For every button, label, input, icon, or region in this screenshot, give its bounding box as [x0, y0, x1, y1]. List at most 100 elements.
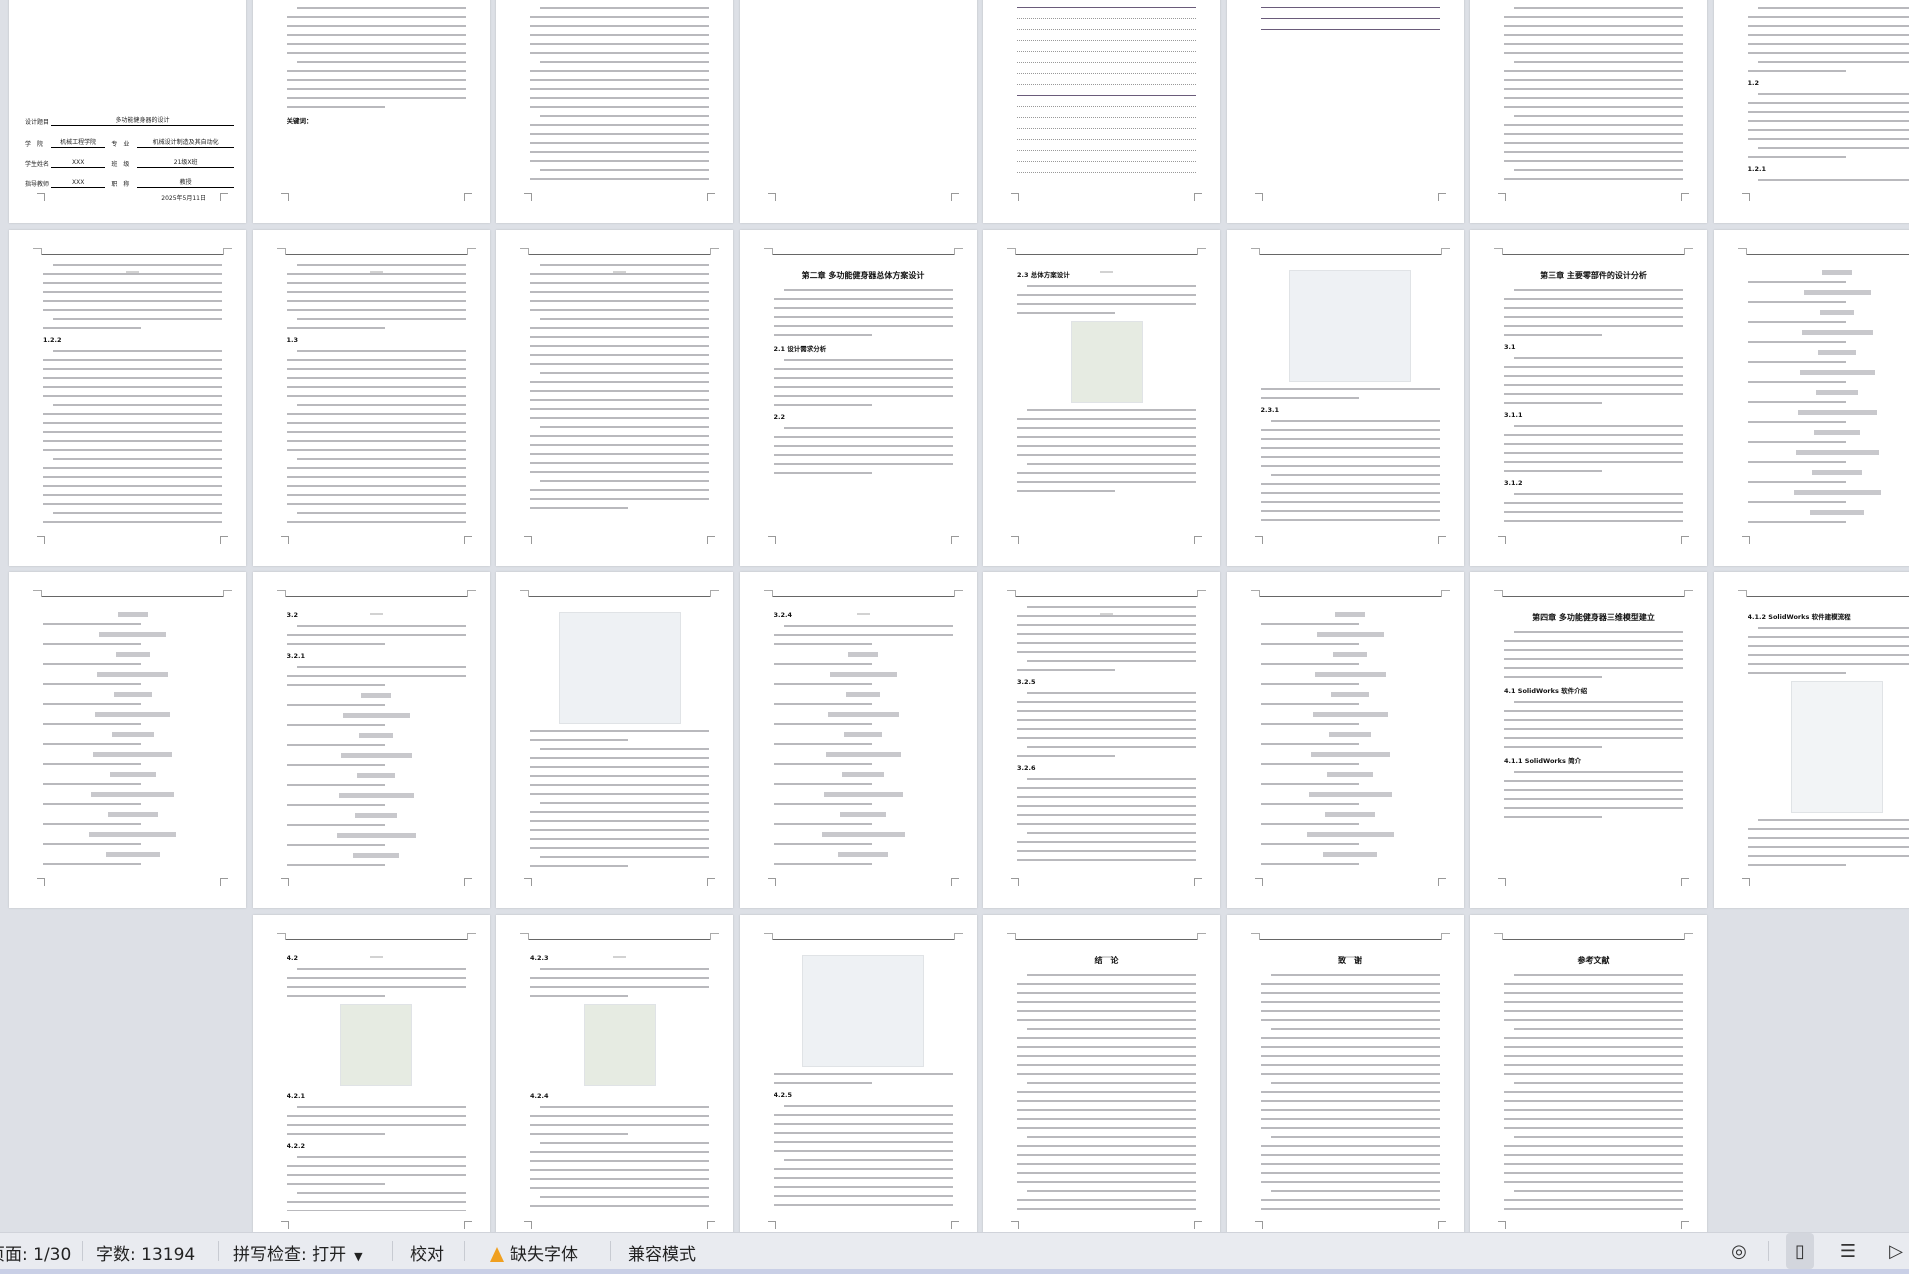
text-line	[1027, 778, 1196, 780]
text-line	[1504, 649, 1683, 651]
spellcheck-toggle[interactable]: 拼写检查: 打开▼	[233, 1240, 363, 1265]
text-line	[540, 968, 709, 970]
document-page[interactable]: 结 论	[983, 915, 1220, 1232]
text-line	[297, 1192, 466, 1194]
document-workspace[interactable]: 设计题目多功能健身器的设计学 院机械工程学院专 业机械设计制造及其自动化学生姓名…	[0, 0, 1909, 1232]
toc-entry[interactable]	[1261, 5, 1440, 8]
document-page[interactable]: 1.21.2.1	[1714, 0, 1909, 223]
document-page[interactable]: 4.2.34.2.4	[496, 915, 733, 1232]
document-page[interactable]: 关键词：	[253, 0, 490, 223]
document-page[interactable]: 4.2.5	[740, 915, 977, 1232]
text-line	[774, 1186, 953, 1188]
document-page[interactable]: 第二章 多功能健身器总体方案设计2.1 设计需求分析2.2	[740, 230, 977, 566]
document-page[interactable]: 1.3	[253, 230, 490, 566]
play-icon[interactable]: ▷	[1882, 1237, 1909, 1265]
document-page[interactable]: 2.3.1	[1227, 230, 1464, 566]
page-header-rule	[1015, 596, 1198, 603]
text-line	[1017, 490, 1115, 492]
text-line	[1514, 357, 1683, 359]
toc-entry[interactable]	[1017, 82, 1196, 85]
document-page[interactable]: 2.3 总体方案设计	[983, 230, 1220, 566]
missing-font-button[interactable]: 缺失字体	[490, 1240, 578, 1265]
document-page[interactable]: 第三章 主要零部件的设计分析3.13.1.13.1.2	[1470, 230, 1707, 566]
text-line	[1261, 823, 1359, 825]
document-page[interactable]: 3.2.53.2.6	[983, 572, 1220, 908]
text-line	[774, 783, 872, 785]
document-page[interactable]	[1227, 0, 1464, 223]
document-page[interactable]: 3.23.2.1	[253, 572, 490, 908]
text-line	[1504, 676, 1602, 678]
document-page[interactable]	[496, 0, 733, 223]
document-page[interactable]	[1227, 572, 1464, 908]
document-page[interactable]	[1714, 230, 1909, 566]
document-page[interactable]	[496, 572, 733, 908]
toc-entry[interactable]	[1017, 159, 1196, 162]
word-count[interactable]: 字数: 13194	[96, 1240, 195, 1265]
text-line	[1017, 1118, 1196, 1120]
document-page[interactable]	[1470, 0, 1707, 223]
document-page[interactable]: 4.24.2.14.2.2	[253, 915, 490, 1232]
text-line	[1748, 281, 1846, 283]
text-line	[1017, 615, 1196, 617]
toc-entry[interactable]	[1017, 93, 1196, 96]
text-line	[1017, 841, 1196, 843]
text-line	[540, 1196, 709, 1198]
toc-entry[interactable]	[1017, 27, 1196, 30]
toc-entry[interactable]	[1017, 137, 1196, 140]
outline-icon[interactable]: ☰	[1834, 1237, 1862, 1265]
text-line	[287, 368, 466, 370]
text-line	[1504, 88, 1683, 90]
text-line	[287, 503, 466, 505]
document-page[interactable]	[740, 0, 977, 223]
toc-entry[interactable]	[1017, 71, 1196, 74]
document-page[interactable]: 4.1.2 SolidWorks 软件建模流程	[1714, 572, 1909, 908]
text-line	[530, 838, 709, 840]
compat-mode-label[interactable]: 兼容模式	[628, 1240, 696, 1265]
toc-entry[interactable]	[1017, 126, 1196, 129]
document-page[interactable]: 1.2.2	[9, 230, 246, 566]
text-line	[1261, 1163, 1440, 1165]
page-header-rule	[528, 939, 711, 946]
toc-entry[interactable]	[1017, 16, 1196, 19]
toc-entry[interactable]	[1261, 27, 1440, 30]
document-page[interactable]	[9, 572, 246, 908]
text-line	[1748, 120, 1909, 122]
toc-entry[interactable]	[1261, 16, 1440, 19]
document-page[interactable]: 参考文献	[1470, 915, 1707, 1232]
text-line	[1017, 1208, 1196, 1210]
text-line	[1748, 138, 1909, 140]
text-line	[43, 823, 141, 825]
text-line	[774, 863, 872, 865]
toc-entry[interactable]	[1017, 5, 1196, 8]
text-line	[1261, 1100, 1440, 1102]
toc-entry[interactable]	[1017, 49, 1196, 52]
toc-entry[interactable]	[1017, 148, 1196, 151]
formula	[1802, 330, 1873, 335]
document-page[interactable]: 设计题目多功能健身器的设计学 院机械工程学院专 业机械设计制造及其自动化学生姓名…	[9, 0, 246, 223]
page-body	[43, 606, 222, 868]
toc-leader	[1017, 7, 1196, 8]
eye-icon[interactable]: ◎	[1725, 1237, 1753, 1265]
field-value: 多功能健身器的设计	[51, 115, 234, 126]
toc-entry[interactable]	[1017, 181, 1196, 183]
page-indicator[interactable]: 页面: 1/30	[0, 1240, 71, 1265]
text-line	[287, 88, 466, 90]
proofread-button[interactable]: 校对	[410, 1240, 444, 1265]
text-line	[774, 1082, 872, 1084]
document-page[interactable]	[983, 0, 1220, 223]
document-page[interactable]: 致 谢	[1227, 915, 1464, 1232]
toc-entry[interactable]	[1017, 115, 1196, 118]
toc-entry[interactable]	[1017, 60, 1196, 63]
text-line	[53, 458, 222, 460]
document-page[interactable]: 第四章 多功能健身器三维模型建立4.1 SolidWorks 软件介绍4.1.1…	[1470, 572, 1707, 908]
toc-entry[interactable]	[1017, 104, 1196, 107]
text-line	[1504, 1001, 1683, 1003]
toc-entry[interactable]	[1017, 38, 1196, 41]
document-page[interactable]	[496, 230, 733, 566]
toc-leader	[1261, 29, 1440, 30]
toc-entry[interactable]	[1017, 170, 1196, 173]
page-view-icon[interactable]: ▯	[1786, 1233, 1814, 1269]
figure-image	[584, 1004, 656, 1086]
text-line	[287, 431, 466, 433]
document-page[interactable]: 3.2.4	[740, 572, 977, 908]
